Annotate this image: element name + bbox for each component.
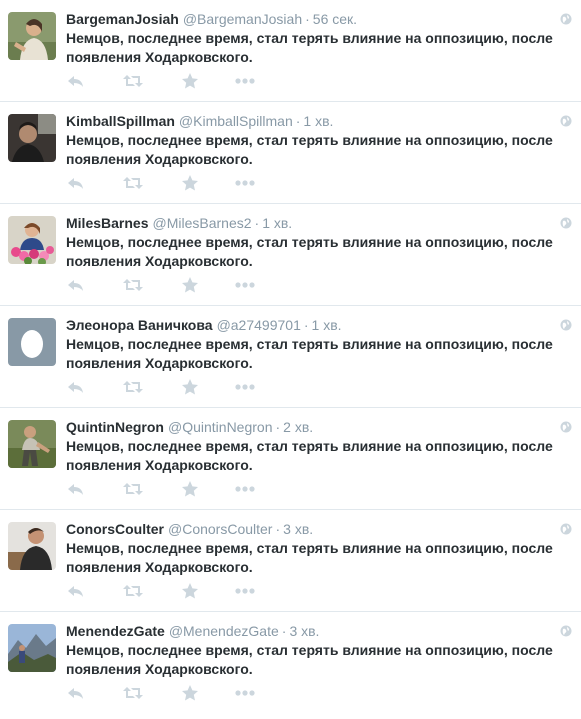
- avatar[interactable]: [8, 216, 56, 264]
- globe-icon: [560, 624, 572, 637]
- timestamp[interactable]: 1 хв.: [303, 113, 333, 129]
- tweet-actions: [66, 479, 266, 499]
- author-name[interactable]: ConorsCoulter: [66, 521, 164, 537]
- reply-icon[interactable]: [66, 71, 86, 91]
- more-icon[interactable]: [234, 275, 255, 295]
- separator-dot: ·: [303, 317, 309, 333]
- tweet[interactable]: ConorsCoulter @ConorsCoulter · 3 хв. Немцов…: [0, 510, 581, 612]
- tweet-header: MenendezGate @MenendezGate · 3 хв.: [66, 622, 551, 640]
- more-icon[interactable]: [234, 581, 255, 601]
- tweet-header: BargemanJosiah @BargemanJosiah · 56 сек.: [66, 10, 551, 28]
- tweet-text: Немцов, последнее время, стал терять вли…: [66, 234, 553, 269]
- author-name[interactable]: MenendezGate: [66, 623, 165, 639]
- globe-icon: [560, 318, 572, 331]
- retweet-icon[interactable]: [122, 479, 143, 499]
- more-icon[interactable]: [234, 479, 255, 499]
- tweet-header: ConorsCoulter @ConorsCoulter · 3 хв.: [66, 520, 551, 538]
- tweet-actions: [66, 173, 266, 193]
- author-name[interactable]: BargemanJosiah: [66, 11, 179, 27]
- retweet-icon[interactable]: [122, 71, 143, 91]
- author-name[interactable]: MilesBarnes: [66, 215, 148, 231]
- tweet-header: QuintinNegron @QuintinNegron · 2 хв.: [66, 418, 551, 436]
- avatar[interactable]: [8, 420, 56, 468]
- retweet-icon[interactable]: [122, 377, 143, 397]
- author-handle[interactable]: @a27499701: [217, 317, 301, 333]
- retweet-icon[interactable]: [122, 581, 143, 601]
- star-icon[interactable]: [180, 581, 200, 601]
- author-handle[interactable]: @MenendezGate: [169, 623, 279, 639]
- reply-icon[interactable]: [66, 275, 86, 295]
- star-icon[interactable]: [180, 377, 200, 397]
- timestamp[interactable]: 1 хв.: [262, 215, 292, 231]
- author-handle[interactable]: @QuintinNegron: [168, 419, 273, 435]
- tweet-text: Немцов, последнее время, стал терять вли…: [66, 132, 553, 167]
- tweet[interactable]: MenendezGate @MenendezGate · 3 хв. Немцов, …: [0, 612, 581, 718]
- separator-dot: ·: [295, 113, 301, 129]
- tweet-text: Немцов, последнее время, стал терять вли…: [66, 540, 553, 575]
- retweet-icon[interactable]: [122, 173, 143, 193]
- reply-icon[interactable]: [66, 581, 86, 601]
- retweet-icon[interactable]: [122, 275, 143, 295]
- avatar[interactable]: [8, 522, 56, 570]
- author-handle[interactable]: @MilesBarnes2: [152, 215, 251, 231]
- tweet-actions: [66, 275, 266, 295]
- separator-dot: ·: [254, 215, 260, 231]
- separator-dot: ·: [305, 11, 310, 27]
- timestamp[interactable]: 3 хв.: [283, 521, 313, 537]
- avatar[interactable]: [8, 12, 56, 60]
- separator-dot: ·: [275, 521, 281, 537]
- tweet-actions: [66, 377, 266, 397]
- tweet-text: Немцов, последнее время, стал терять вли…: [66, 438, 553, 473]
- tweet-text: Немцов, последнее время, стал терять вли…: [66, 336, 553, 371]
- tweet-actions: [66, 581, 266, 601]
- globe-icon: [560, 420, 572, 433]
- author-handle[interactable]: @KimballSpillman: [179, 113, 293, 129]
- tweet-text: Немцов, последнее время, стал терять вли…: [66, 30, 553, 65]
- more-icon[interactable]: [234, 377, 255, 397]
- tweet-text: Немцов, последнее время, стал терять вли…: [66, 642, 553, 677]
- timestamp[interactable]: 2 хв.: [283, 419, 313, 435]
- author-name[interactable]: KimballSpillman: [66, 113, 175, 129]
- star-icon[interactable]: [180, 683, 200, 703]
- timestamp[interactable]: 3 хв.: [289, 623, 319, 639]
- tweet-header: Элеонора Ваничкова @a27499701 · 1 хв.: [66, 316, 551, 334]
- author-handle[interactable]: @ConorsCoulter: [168, 521, 272, 537]
- tweet[interactable]: BargemanJosiah @BargemanJosiah · 56 сек. Не…: [0, 0, 581, 102]
- tweet-actions: [66, 683, 266, 703]
- star-icon[interactable]: [180, 275, 200, 295]
- tweet[interactable]: MilesBarnes @MilesBarnes2 · 1 хв. Немцов, п…: [0, 204, 581, 306]
- tweet-actions: [66, 71, 266, 91]
- globe-icon: [560, 216, 572, 229]
- reply-icon[interactable]: [66, 683, 86, 703]
- reply-icon[interactable]: [66, 173, 86, 193]
- timestamp[interactable]: 1 хв.: [312, 317, 342, 333]
- globe-icon: [560, 12, 572, 25]
- retweet-icon[interactable]: [122, 683, 143, 703]
- more-icon[interactable]: [234, 173, 255, 193]
- avatar[interactable]: [8, 318, 56, 366]
- author-name[interactable]: Элеонора Ваничкова: [66, 317, 213, 333]
- separator-dot: ·: [281, 623, 287, 639]
- more-icon[interactable]: [234, 683, 255, 703]
- reply-icon[interactable]: [66, 479, 86, 499]
- tweet[interactable]: Элеонора Ваничкова @a27499701 · 1 хв. Немцо…: [0, 306, 581, 408]
- star-icon[interactable]: [180, 71, 200, 91]
- timeline: BargemanJosiah @BargemanJosiah · 56 сек. Не…: [0, 0, 581, 718]
- globe-icon: [560, 522, 572, 535]
- star-icon[interactable]: [180, 173, 200, 193]
- separator-dot: ·: [275, 419, 281, 435]
- more-icon[interactable]: [234, 71, 255, 91]
- star-icon[interactable]: [180, 479, 200, 499]
- globe-icon: [560, 114, 572, 127]
- tweet-header: KimballSpillman @KimballSpillman · 1 хв.: [66, 112, 551, 130]
- author-name[interactable]: QuintinNegron: [66, 419, 164, 435]
- avatar[interactable]: [8, 624, 56, 672]
- tweet-header: MilesBarnes @MilesBarnes2 · 1 хв.: [66, 214, 551, 232]
- avatar[interactable]: [8, 114, 56, 162]
- timestamp[interactable]: 56 сек.: [313, 11, 357, 27]
- author-handle[interactable]: @BargemanJosiah: [183, 11, 302, 27]
- tweet[interactable]: KimballSpillman @KimballSpillman · 1 хв. Не…: [0, 102, 581, 204]
- reply-icon[interactable]: [66, 377, 86, 397]
- tweet[interactable]: QuintinNegron @QuintinNegron · 2 хв. Немцов…: [0, 408, 581, 510]
